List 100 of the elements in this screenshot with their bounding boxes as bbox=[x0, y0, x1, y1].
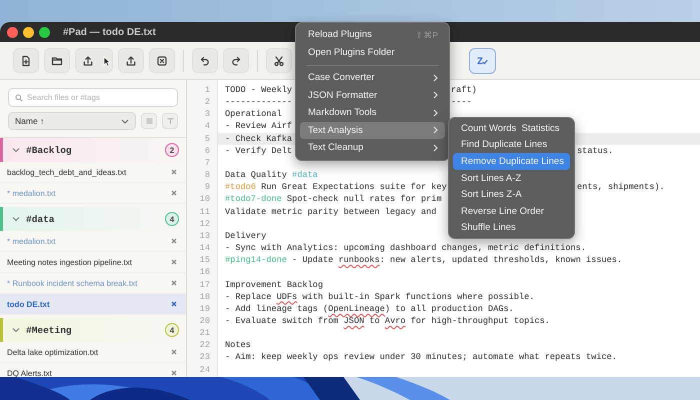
menu-item[interactable]: Sort Lines A-Z bbox=[453, 170, 570, 186]
code-line: ents, shipments). bbox=[577, 181, 665, 194]
menu-item[interactable]: Sort Lines Z-A bbox=[453, 186, 570, 203]
menu-item[interactable]: Reverse Line Order bbox=[453, 202, 570, 220]
close-icon bbox=[171, 238, 177, 244]
line-number: 18 bbox=[198, 290, 211, 303]
spellcheck-button[interactable] bbox=[469, 48, 496, 74]
menu-item[interactable]: Open Plugins Folder bbox=[300, 44, 445, 61]
code-line: Notes bbox=[225, 340, 251, 350]
menu-item[interactable]: JSON Formatter bbox=[300, 86, 445, 104]
code-line: raft) bbox=[451, 84, 477, 96]
chevron-right-icon bbox=[433, 144, 438, 152]
chevron-down-icon bbox=[121, 118, 130, 124]
search-field[interactable]: Search files or #tags bbox=[8, 88, 178, 107]
code-line: - Add lineage tags (OpenLineage) to all production DAGs. bbox=[225, 304, 514, 314]
cursor-icon bbox=[103, 56, 111, 67]
close-button[interactable] bbox=[7, 26, 18, 38]
close-icon bbox=[171, 301, 177, 307]
file-item[interactable]: todo DE.txt bbox=[0, 294, 186, 315]
line-number: 21 bbox=[198, 327, 211, 340]
count-badge: 4 bbox=[165, 212, 179, 226]
file-plus-icon bbox=[20, 54, 32, 66]
chevron-right-icon bbox=[433, 74, 438, 82]
count-badge: 4 bbox=[165, 323, 179, 337]
chevron-right-icon bbox=[433, 108, 438, 117]
code-line: - Check Kafka bbox=[225, 134, 292, 144]
line-number: 20 bbox=[198, 314, 211, 328]
line-number: 7 bbox=[204, 156, 211, 170]
zoom-button[interactable] bbox=[39, 26, 50, 38]
shortcut-label: ⇧⌘P bbox=[415, 30, 438, 40]
menu-item[interactable]: Markdown Tools bbox=[300, 104, 445, 122]
line-number: 14 bbox=[198, 242, 211, 254]
menu-item[interactable]: Text Analysis bbox=[300, 122, 445, 139]
undo-button[interactable] bbox=[192, 48, 218, 73]
group-name: #Backlog bbox=[26, 144, 73, 156]
code-line: - Replace UDFs with built-in Spark functions where possible. bbox=[225, 292, 534, 302]
line-number: 4 bbox=[204, 120, 211, 133]
file-item[interactable]: * medalion.txt bbox=[0, 231, 186, 252]
spellcheck-icon bbox=[476, 54, 489, 66]
cut-button[interactable] bbox=[266, 48, 292, 73]
code-line: ------------- bbox=[225, 97, 292, 108]
close-icon bbox=[171, 190, 177, 196]
menu-item[interactable]: Shuffle Lines bbox=[453, 220, 570, 236]
code-line: #todo7-done Spot-check null rates for prim bbox=[225, 194, 442, 204]
code-line: ---- bbox=[451, 96, 472, 108]
new-file-button[interactable] bbox=[13, 48, 39, 73]
code-line: TODO - Weekly bbox=[225, 85, 292, 95]
line-number: 8 bbox=[204, 169, 211, 182]
file-item[interactable]: DQ Alerts.txt bbox=[0, 363, 186, 377]
file-item[interactable]: * medalion.txt bbox=[0, 183, 186, 204]
menu-item[interactable]: Count Words Statistics bbox=[453, 120, 570, 137]
file-item[interactable]: Delta lake optimization.txt bbox=[0, 342, 186, 363]
count-badge: 2 bbox=[165, 143, 179, 157]
code-line: Validate metric parity between legacy and bbox=[225, 206, 436, 217]
code-line: - Evaluate switch from JSON to Avro for high-throughput topics. bbox=[225, 316, 550, 326]
redo-button[interactable] bbox=[223, 48, 249, 73]
line-number: 3 bbox=[204, 108, 211, 120]
redo-icon bbox=[230, 54, 242, 66]
line-number: 1 bbox=[204, 84, 211, 96]
group-name: #data bbox=[26, 214, 56, 224]
line-number: 17 bbox=[198, 278, 211, 291]
scissors-icon bbox=[273, 54, 285, 66]
menu-item[interactable]: Text Cleanup bbox=[300, 139, 445, 156]
close-icon bbox=[171, 370, 177, 376]
code-line: - Review Airf bbox=[225, 121, 292, 132]
window-title: #Pad — todo DE.txt bbox=[63, 26, 156, 38]
line-number: 12 bbox=[198, 218, 211, 230]
open-folder-button[interactable] bbox=[44, 48, 70, 73]
code-line: Operational bbox=[225, 109, 282, 120]
sort-dropdown[interactable]: Name ↑ bbox=[8, 112, 136, 130]
share-button[interactable] bbox=[118, 48, 144, 73]
line-number: 24 bbox=[198, 364, 211, 376]
file-item[interactable]: backlog_tech_debt_and_ideas.txt bbox=[0, 162, 186, 183]
code-line: - Verify Delt bbox=[225, 146, 292, 156]
menu-item[interactable]: Reload Plugins ⇧⌘P bbox=[300, 26, 445, 44]
code-line: Delivery bbox=[225, 230, 266, 241]
line-number: 10 bbox=[198, 193, 211, 206]
close-file-button[interactable] bbox=[149, 48, 175, 73]
close-icon bbox=[171, 349, 177, 355]
line-number: 22 bbox=[198, 339, 211, 352]
list-icon bbox=[146, 118, 153, 124]
line-number: 19 bbox=[198, 302, 211, 315]
code-line: #ping14-done - Update runbooks: new alerts, updated thresholds, known issues. bbox=[225, 255, 622, 266]
chevron-right-icon bbox=[433, 91, 438, 100]
file-item[interactable]: Meeting notes ingestion pipeline.txt bbox=[0, 252, 186, 273]
search-icon bbox=[15, 94, 23, 102]
minimize-button[interactable] bbox=[23, 26, 34, 38]
close-icon bbox=[171, 259, 177, 265]
code-line: #todo6 Run Great Expectations suite for key bbox=[225, 182, 447, 192]
menu-item[interactable]: Find Duplicate Lines bbox=[453, 136, 570, 154]
line-number: 16 bbox=[198, 266, 211, 278]
upload-icon bbox=[125, 54, 137, 66]
line-number: 15 bbox=[198, 254, 211, 266]
menu-item[interactable]: Case Converter bbox=[300, 69, 445, 86]
filter-icon bbox=[166, 118, 174, 124]
menu-item[interactable]: Remove Duplicate Lines bbox=[453, 153, 570, 170]
line-number: 23 bbox=[198, 351, 211, 364]
line-number: 11 bbox=[198, 206, 211, 218]
line-number: 9 bbox=[204, 181, 211, 194]
export-button[interactable] bbox=[75, 48, 113, 73]
